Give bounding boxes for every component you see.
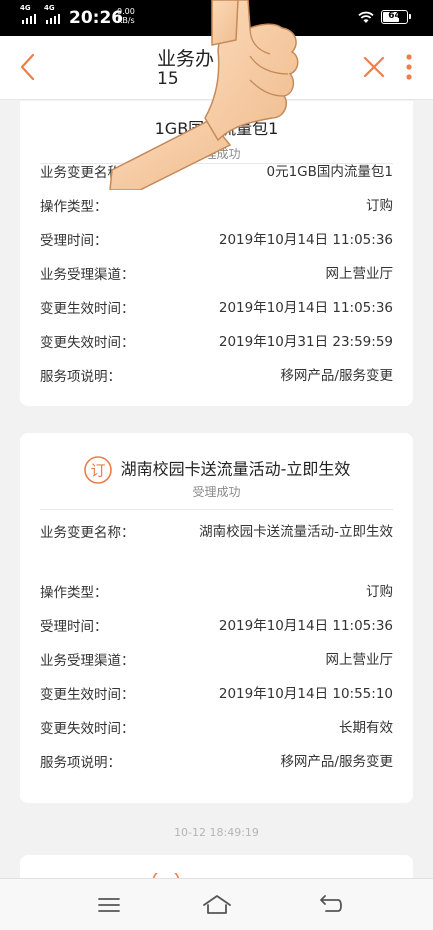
row-label: 受理时间： [40,619,108,635]
menu-icon [98,898,120,912]
back-nav-button[interactable] [318,893,344,917]
back-button[interactable] [14,50,44,84]
order-card: 1GB国内流量包1 受理成功 业务变更名称： 0元1GB国内流量包1 操作类型：… [20,101,413,406]
close-button[interactable] [360,53,388,81]
row-value: 移网产品/服务变更 [280,754,393,770]
order-card: 订 湖南校园卡送流量活动-立即生效 受理成功 业务变更名称： 湖南校园卡送流量活… [20,433,413,803]
row-value: 长期有效 [339,720,393,736]
order-card [20,855,413,878]
signal-tag: 4G [20,4,31,12]
close-icon [363,56,385,78]
card-status: 受理成功 [192,485,241,499]
order-badge-char: 订 [90,462,105,480]
menu-button[interactable] [96,893,122,917]
home-icon [203,895,231,914]
signal-icon: 4G [44,4,62,24]
row-label: 业务变更名称： [40,525,135,541]
row-label: 变更生效时间： [40,687,135,703]
signal-tag: 4G [44,4,55,12]
card-title: 1GB国内流量包1 [154,119,279,138]
clock: 20:26 [69,8,124,28]
row-label: 受理时间： [40,233,108,249]
row-value: 2019年10月14日 10:55:10 [218,686,393,702]
chevron-left-icon [20,53,35,81]
back-arrow-icon [320,895,342,912]
home-button[interactable] [201,893,233,917]
row-label: 变更失效时间： [40,335,135,351]
app-header: 业务办 15 [0,36,433,100]
card-header: 1GB国内流量包1 受理成功 [20,115,413,162]
row-value: 订购 [366,584,393,600]
card-title-text: 湖南校园卡送流量活动-立即生效 [120,459,351,479]
row-value: 2019年10月31日 23:59:59 [218,334,393,350]
row-label: 操作类型： [40,199,108,215]
net-speed-unit: KB/s [117,16,135,25]
order-badge-icon: 订 [83,456,112,484]
signal-icon: 4G [20,4,38,24]
row-value: 2019年10月14日 11:05:36 [218,232,393,248]
row-value: 湖南校园卡送流量活动-立即生效 [199,524,393,540]
more-vertical-icon [406,54,412,80]
row-label: 操作类型： [40,585,108,601]
battery-icon: 64 [381,10,411,24]
row-label: 变更失效时间： [40,721,135,737]
wifi-icon [358,11,374,23]
row-value: 移网产品/服务变更 [280,368,393,384]
row-label: 业务受理渠道： [40,267,135,283]
card-header: 订 湖南校园卡送流量活动-立即生效 受理成功 [20,455,413,500]
row-value: 2019年10月14日 11:05:36 [218,618,393,634]
net-speed-value: 0.00 [117,7,135,16]
row-value: 2019年10月14日 11:05:36 [218,300,393,316]
more-button[interactable] [401,52,417,82]
divider [40,509,393,510]
row-label: 服务项说明： [40,755,121,771]
timestamp-separator: 10-12 18:49:19 [174,826,259,839]
system-navigation-bar [0,878,433,930]
net-speed: 0.00 KB/s [117,7,135,25]
signal-indicators: 4G 4G [20,4,62,24]
order-list[interactable]: 1GB国内流量包1 受理成功 业务变更名称： 0元1GB国内流量包1 操作类型：… [0,101,433,878]
row-value: 网上营业厅 [325,652,394,668]
row-label: 服务项说明： [40,369,121,385]
row-value: 0元1GB国内流量包1 [266,164,394,180]
row-label: 业务变更名称： [40,165,135,181]
row-value: 订购 [366,198,393,214]
page-subtitle: 15 [157,69,179,89]
row-label: 变更生效时间： [40,301,135,317]
row-label: 业务受理渠道： [40,653,135,669]
status-bar: 4G 4G 20:26 0.00 KB/s 64 [0,0,433,36]
battery-level: 64 [388,11,401,21]
card-status: 受理成功 [192,147,241,161]
card-title: 订 湖南校园卡送流量活动-立即生效 [20,455,413,485]
page-title: 业务办 [157,48,215,70]
row-value: 网上营业厅 [325,266,394,282]
